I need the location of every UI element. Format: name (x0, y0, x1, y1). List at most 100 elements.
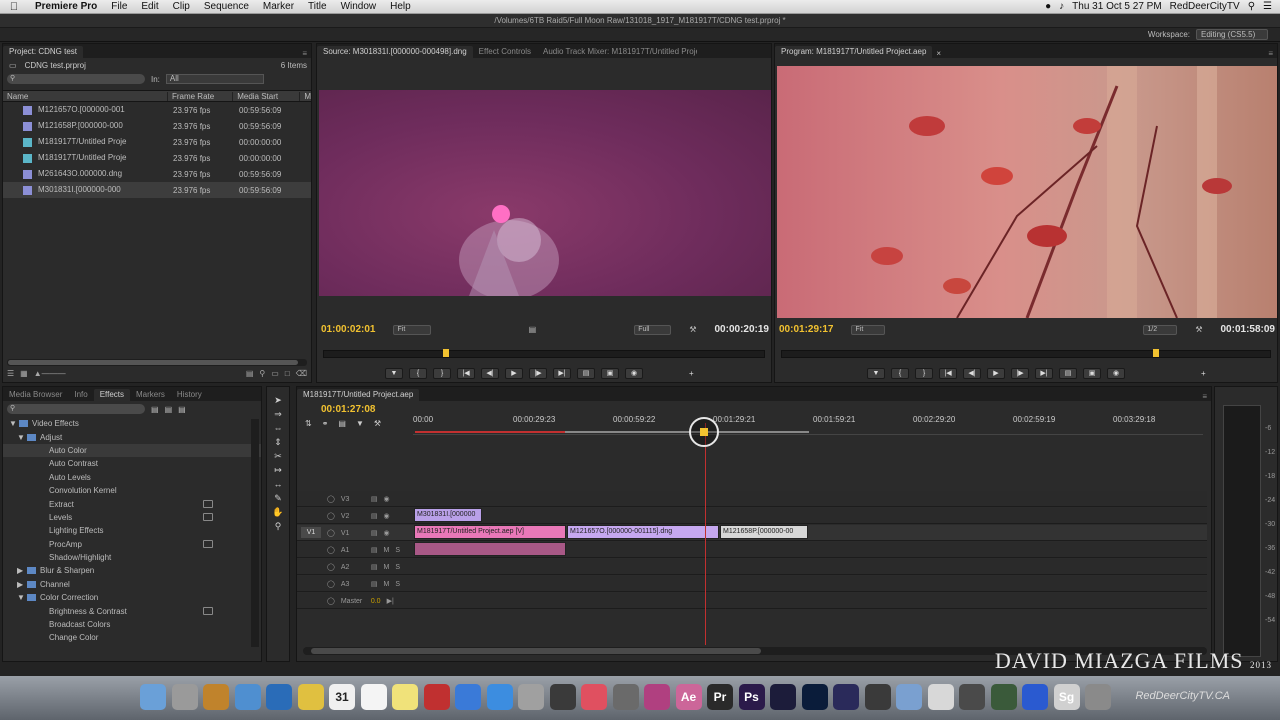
slip-tool-icon[interactable]: ↦ (271, 465, 285, 476)
tab-project[interactable]: Project: CDNG test (3, 46, 84, 58)
effect-folder[interactable]: ▼ Video Effects (3, 417, 261, 430)
wifi-icon[interactable]: ● (1045, 1, 1051, 12)
disclosure-open-icon[interactable]: ▼ (3, 433, 27, 442)
project-scrollbar[interactable] (7, 359, 307, 366)
source-fit-select[interactable]: Fit (393, 324, 431, 335)
dock-app-icon[interactable] (234, 684, 261, 710)
project-item[interactable]: M121657O.[000000-001 23.976 fps 00:59:56:0… (3, 102, 311, 118)
playhead-handle[interactable] (689, 417, 719, 447)
clip-v1-sequence[interactable]: M181917T/Untitled Project.aep [V] (414, 525, 566, 539)
lock-icon[interactable]: ◯ (327, 529, 335, 537)
disclosure-open-icon[interactable]: ▼ (3, 593, 27, 602)
program-quality-select[interactable]: 1/2 (1143, 324, 1178, 335)
yuv-filter-icon[interactable]: ▤ (178, 405, 186, 414)
tab-sequence[interactable]: M181917T/Untitled Project.aep (297, 389, 420, 401)
mark-in-button[interactable]: { (891, 368, 909, 379)
new-bin-icon[interactable]: ▭ (271, 369, 279, 380)
dock-app-icon[interactable]: Ae (675, 684, 702, 710)
effect-item[interactable]: Levels (3, 511, 261, 524)
effect-item[interactable]: Shadow/Highlight (3, 551, 261, 564)
program-video-frame[interactable] (777, 66, 1277, 318)
close-icon[interactable]: × (932, 49, 945, 58)
clip-v1-dng[interactable]: M121657O.[000000-001115].dng (567, 525, 719, 539)
zoom-slider[interactable]: ▲——— (34, 369, 66, 380)
go-to-in-button[interactable]: |◀ (457, 368, 475, 379)
in-select[interactable]: All (165, 74, 264, 84)
effect-folder[interactable]: ▶ Channel (3, 578, 261, 591)
dock-app-icon[interactable] (927, 684, 954, 710)
clip-v2[interactable]: M301831I.[000000 (414, 508, 482, 522)
hand-tool-icon[interactable]: ✋ (271, 507, 285, 518)
film-icon[interactable]: ▤ (371, 512, 378, 520)
search-icon[interactable]: ⚲ (1248, 1, 1255, 12)
lock-icon[interactable]: ◯ (327, 512, 335, 520)
source-quality-select[interactable]: Full (634, 324, 672, 335)
dock-app-icon[interactable] (203, 684, 229, 710)
effects-scrollbar[interactable] (251, 419, 259, 647)
export-frame-button[interactable]: ◉ (1107, 368, 1125, 379)
step-back-button[interactable]: ◀| (481, 368, 499, 379)
source-patch[interactable]: V1 (301, 527, 321, 538)
new-item-icon[interactable]: □ (285, 369, 290, 380)
col-media-start[interactable]: Media Start (232, 91, 299, 101)
project-item[interactable]: M181917T/Untitled Proje 23.976 fps 00:00:0… (3, 150, 311, 166)
track-v3[interactable]: ◯ V3 ▤ ◉ (297, 491, 1207, 507)
work-area-bar[interactable] (415, 431, 565, 433)
dock-app-icon[interactable] (297, 684, 324, 710)
mute-button[interactable]: M (383, 581, 389, 588)
dock-app-icon[interactable] (360, 684, 387, 710)
overwrite-button[interactable]: ▣ (601, 368, 619, 379)
dock-app-icon[interactable] (770, 684, 796, 710)
film-icon[interactable]: ▤ (371, 529, 378, 537)
step-forward-button[interactable]: |▶ (529, 368, 547, 379)
col-frame-rate[interactable]: Frame Rate (166, 91, 232, 101)
dock-app-icon[interactable] (896, 684, 922, 710)
insert-button[interactable]: ▤ (577, 368, 595, 379)
button-editor-icon[interactable]: + (1201, 369, 1206, 378)
effect-item[interactable]: Auto Contrast (3, 457, 261, 470)
dock-app-icon[interactable] (392, 684, 418, 710)
lock-icon[interactable]: ◯ (327, 580, 335, 588)
track-select-tool-icon[interactable]: ⇒ (271, 409, 285, 420)
tab-program[interactable]: Program: M181917T/Untitled Project.aep (775, 46, 933, 58)
menu-window[interactable]: Window (334, 1, 384, 12)
slide-tool-icon[interactable]: ↔ (271, 479, 285, 490)
tab-audio-mixer[interactable]: Audio Track Mixer: M181917T/Untitled Pro… (537, 46, 697, 58)
clip-v1-dng-2[interactable]: M121658P.[000000-00 (720, 525, 808, 539)
tab-media-browser[interactable]: Media Browser (3, 389, 68, 401)
pen-tool-icon[interactable]: ✎ (271, 493, 285, 504)
dock-app-icon[interactable] (266, 684, 292, 710)
go-to-out-button[interactable]: ▶| (553, 368, 571, 379)
clip-a1[interactable] (414, 542, 566, 556)
menubar-user[interactable]: RedDeerCityTV (1170, 1, 1240, 12)
trash-icon[interactable]: ⌫ (296, 369, 307, 380)
mute-button[interactable]: M (383, 564, 389, 571)
dock-app-icon[interactable] (140, 684, 166, 710)
effect-item[interactable]: Extract (3, 497, 261, 510)
linked-select-icon[interactable]: ⚭ (322, 419, 329, 428)
master-end-icon[interactable]: ▶| (387, 597, 394, 605)
dock-app-icon[interactable] (518, 684, 544, 710)
export-frame-button[interactable]: ◉ (625, 368, 643, 379)
col-name[interactable]: Name (3, 92, 167, 101)
tab-effects[interactable]: Effects (93, 389, 131, 401)
lift-button[interactable]: ▤ (1059, 368, 1077, 379)
project-item[interactable]: M261643O.000000.dng 23.976 fps 00:59:56:09 (3, 166, 311, 182)
track-master[interactable]: ◯ Master 0.0 ▶| (297, 593, 1207, 609)
program-fit-select[interactable]: Fit (851, 324, 886, 335)
dock-app-icon[interactable]: Ps (738, 684, 765, 710)
dock-app-icon[interactable] (455, 684, 481, 710)
effect-item[interactable]: Change Color (3, 631, 261, 644)
mute-button[interactable]: M (383, 547, 389, 554)
disclosure-closed-icon[interactable]: ▶ (3, 580, 27, 589)
source-playhead[interactable] (442, 349, 449, 357)
tab-info[interactable]: Info (68, 389, 93, 401)
go-to-in-button[interactable]: |◀ (939, 368, 957, 379)
effect-item[interactable]: Brightness & Contrast (3, 604, 261, 617)
solo-button[interactable]: S (395, 547, 400, 554)
lock-icon[interactable]: ◯ (327, 563, 335, 571)
tab-markers[interactable]: Markers (130, 389, 171, 401)
effect-item[interactable]: Lighting Effects (3, 524, 261, 537)
effects-search-input[interactable]: ⚲ (7, 404, 145, 414)
source-timecode[interactable]: 01:00:02:01 (321, 324, 375, 335)
